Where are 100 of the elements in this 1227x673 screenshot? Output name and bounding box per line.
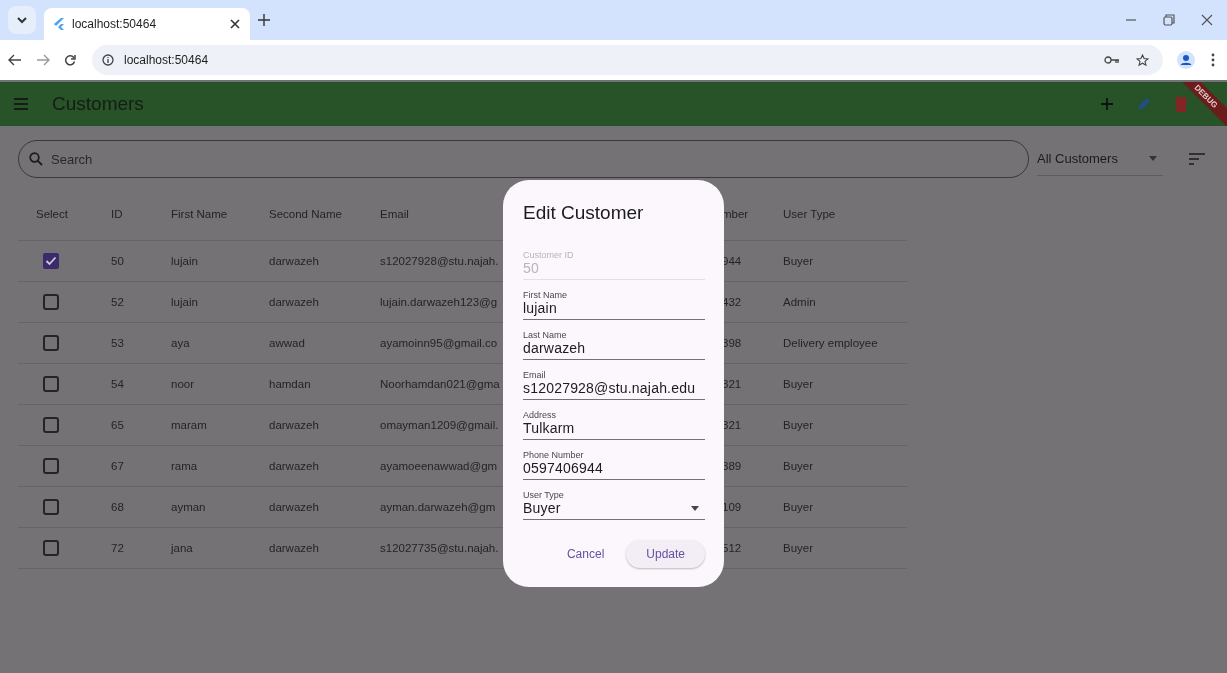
table-cell-text: rama xyxy=(170,460,199,472)
field-value: darwazeh xyxy=(523,340,586,356)
field-label: Last Name xyxy=(523,330,568,340)
more-icon[interactable] xyxy=(1211,53,1215,67)
table-cell-text: Buyer xyxy=(782,460,815,472)
table-cell-text: aya xyxy=(170,337,191,349)
reload-icon[interactable] xyxy=(64,54,76,66)
column-header: User Type xyxy=(782,208,837,220)
field-value: 50 xyxy=(523,260,539,276)
row-checkbox[interactable] xyxy=(43,335,59,351)
user-type-dropdown[interactable]: User Type Buyer xyxy=(523,480,705,520)
plus-icon[interactable] xyxy=(258,14,270,26)
chevron-down-icon[interactable] xyxy=(17,15,27,25)
address-bar[interactable]: localhost:50464 xyxy=(92,45,1163,75)
table-cell-text: 50 xyxy=(110,255,125,267)
field-label: Phone Number xyxy=(523,450,585,460)
field-label: First Name xyxy=(523,290,568,300)
table-cell-text: 72 xyxy=(110,542,125,554)
table-cell-text: 53 xyxy=(110,337,125,349)
column-header: ID xyxy=(110,208,124,220)
table-cell-text: noor xyxy=(170,378,196,390)
column-header: Select xyxy=(35,208,69,220)
table-cell-text: 68 xyxy=(110,501,125,513)
caret-icon xyxy=(1149,156,1157,161)
input-field[interactable]: Email s12027928@stu.najah.edu xyxy=(523,360,705,400)
table-cell-text: Buyer xyxy=(782,419,815,431)
key-icon[interactable] xyxy=(1104,55,1120,65)
column-header: Email xyxy=(379,208,410,220)
row-checkbox[interactable] xyxy=(43,499,59,515)
table-cell-text: omayman1209@gmail. xyxy=(379,419,500,431)
tab-title: localhost:50464 xyxy=(72,17,158,31)
row-checkbox[interactable] xyxy=(43,540,59,556)
row-checkbox[interactable] xyxy=(43,294,59,310)
profile-avatar-icon[interactable] xyxy=(1177,51,1195,69)
row-checkbox[interactable] xyxy=(43,458,59,474)
back-icon[interactable] xyxy=(8,54,22,66)
table-cell-text: 65 xyxy=(110,419,125,431)
input-field[interactable]: First Name lujain xyxy=(523,280,705,320)
cancel-button[interactable]: Cancel xyxy=(556,540,615,568)
row-checkbox[interactable] xyxy=(43,253,59,269)
column-header: First Name xyxy=(170,208,229,220)
caret-icon xyxy=(691,505,699,511)
dialog-title: Edit Customer xyxy=(523,202,645,224)
table-cell-text: darwazeh xyxy=(268,419,320,431)
table-cell-text: lujain xyxy=(170,296,199,308)
table-cell-text: Delivery employee xyxy=(782,337,879,349)
add-icon[interactable] xyxy=(1101,98,1113,110)
search-icon xyxy=(29,152,43,166)
info-icon[interactable] xyxy=(102,54,114,66)
table-cell-text: 109 xyxy=(721,501,743,513)
menu-icon[interactable] xyxy=(14,98,28,110)
input-field[interactable]: Address Tulkarm xyxy=(523,400,705,440)
field-value: Buyer xyxy=(523,500,561,516)
table-cell-text: ayamoeenawwad@gm xyxy=(379,460,499,472)
input-field[interactable]: Last Name darwazeh xyxy=(523,320,705,360)
table-cell-text: darwazeh xyxy=(268,296,320,308)
table-cell-text: s12027928@stu.najah. xyxy=(379,255,500,267)
table-cell-text: darwazeh xyxy=(268,460,320,472)
field-value: 0597406944 xyxy=(523,460,603,476)
table-cell-text: Buyer xyxy=(782,542,815,554)
table-cell-text: s12027735@stu.najah. xyxy=(379,542,500,554)
sort-icon[interactable] xyxy=(1189,153,1205,165)
table-cell-text: 54 xyxy=(110,378,125,390)
search-input[interactable]: Search xyxy=(51,151,1018,167)
table-cell-text: Buyer xyxy=(782,255,815,267)
column-header: Second Name xyxy=(268,208,343,220)
table-cell-text: 67 xyxy=(110,460,125,472)
row-checkbox[interactable] xyxy=(43,417,59,433)
table-cell-text: 52 xyxy=(110,296,125,308)
close-icon[interactable] xyxy=(1201,14,1213,26)
table-cell-text: darwazeh xyxy=(268,255,320,267)
field-value: Tulkarm xyxy=(523,420,575,436)
table-cell-text: hamdan xyxy=(268,378,312,390)
field-label: Address xyxy=(523,410,558,420)
field-value: s12027928@stu.najah.edu xyxy=(523,380,696,396)
star-icon[interactable] xyxy=(1136,53,1149,67)
table-cell-text: jana xyxy=(169,542,194,554)
table-cell-text: Buyer xyxy=(782,378,815,390)
customer-filter-dropdown[interactable]: All Customers xyxy=(1037,142,1163,176)
row-checkbox[interactable] xyxy=(43,376,59,392)
table-cell-text: awwad xyxy=(268,337,306,349)
close-icon[interactable] xyxy=(230,19,240,29)
table-cell-text: ayman.darwazeh@gm xyxy=(379,501,497,513)
table-cell-text: lujain.darwazeh123@g xyxy=(379,296,499,308)
restore-icon[interactable] xyxy=(1163,14,1175,26)
table-cell-text: darwazeh xyxy=(268,501,320,513)
table-cell-text: ayman xyxy=(170,501,207,513)
update-button[interactable]: Update xyxy=(626,540,705,568)
field-value: lujain xyxy=(523,300,557,316)
table-cell-text: darwazeh xyxy=(268,542,320,554)
browser-tab[interactable]: localhost:50464 xyxy=(44,8,250,40)
flutter-logo-icon xyxy=(54,18,64,30)
table-cell-text: ayamoinn95@gmail.co xyxy=(379,337,499,349)
table-cell-text: Admin xyxy=(782,296,817,308)
forward-icon[interactable] xyxy=(36,54,50,66)
url-text: localhost:50464 xyxy=(124,53,210,67)
table-cell-text: maram xyxy=(170,419,208,431)
table-cell-text: Buyer xyxy=(782,501,815,513)
input-field[interactable]: Phone Number 0597406944 xyxy=(523,440,705,480)
table-cell-text: lujain xyxy=(170,255,199,267)
